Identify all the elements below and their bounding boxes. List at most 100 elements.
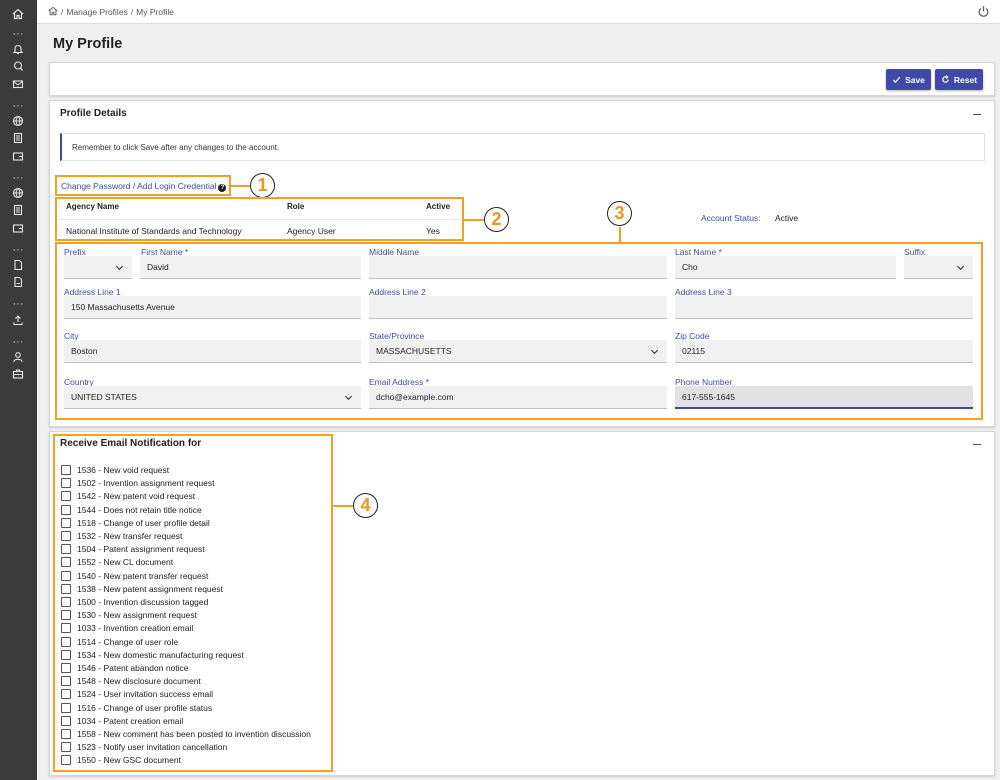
notification-checkbox-row[interactable]: 1532 - New transfer request: [61, 530, 182, 542]
notification-checkbox-row[interactable]: 1544 - Does not retain title notice: [61, 504, 202, 516]
email-input[interactable]: dcho@example.com: [369, 386, 667, 409]
role-cell: Agency User: [287, 226, 336, 236]
checkbox[interactable]: [61, 676, 71, 687]
callout-badge-4: 4: [353, 493, 378, 518]
checkbox-label: 1504 - Patent assignment request: [77, 544, 205, 555]
state-select[interactable]: MASSACHUSETTS: [369, 340, 667, 363]
notification-checkbox-row[interactable]: 1558 - New comment has been posted to in…: [61, 728, 311, 740]
wallet-icon[interactable]: [11, 149, 25, 163]
zip-code-input[interactable]: 02115: [675, 340, 973, 363]
callout-leader: [333, 505, 353, 507]
chevron-down-icon: [650, 349, 659, 355]
notification-checkbox-row[interactable]: 1538 - New patent assignment request: [61, 583, 223, 595]
suffix-select[interactable]: [904, 256, 973, 279]
checkbox[interactable]: [61, 583, 71, 594]
bell-icon[interactable]: [11, 42, 25, 56]
rail-divider-dots: ···: [12, 244, 24, 256]
notification-checkbox-row[interactable]: 1514 - Change of user role: [61, 636, 178, 648]
notification-checkbox-row[interactable]: 1033 - Invention creation email: [61, 622, 193, 634]
country-select[interactable]: UNITED STATES: [64, 386, 361, 409]
first-name-input[interactable]: David: [140, 256, 361, 279]
checkbox[interactable]: [61, 570, 71, 581]
user-icon[interactable]: [11, 350, 25, 364]
prefix-select[interactable]: [64, 256, 132, 279]
notification-checkbox-row[interactable]: 1546 - Patent abandon notice: [61, 662, 189, 674]
checkbox[interactable]: [61, 557, 71, 568]
checkbox[interactable]: [61, 715, 71, 726]
notification-checkbox-row[interactable]: 1502 - Invention assignment request: [61, 477, 215, 489]
checkbox[interactable]: [61, 729, 71, 739]
help-icon[interactable]: ?: [218, 184, 227, 192]
mail-icon[interactable]: [11, 77, 25, 91]
checkbox[interactable]: [61, 531, 71, 541]
notification-checkbox-row[interactable]: 1534 - New domestic manufacturing reques…: [61, 649, 244, 661]
checkbox[interactable]: [61, 649, 71, 660]
checkbox[interactable]: [61, 597, 71, 607]
wallet-icon[interactable]: [11, 221, 25, 235]
notice-text: Remember to click Save after any changes…: [72, 143, 280, 152]
breadcrumb-manage-profiles[interactable]: Manage Profiles: [66, 7, 127, 17]
notification-checkbox-row[interactable]: 1516 - Change of user profile status: [61, 702, 212, 714]
change-password-link[interactable]: Change Password / Add Login Credential?: [61, 181, 227, 192]
checkbox[interactable]: [61, 491, 71, 502]
checkbox[interactable]: [61, 544, 71, 555]
reset-button-label: Reset: [953, 74, 978, 85]
phone-input[interactable]: 617-555-1645: [675, 386, 973, 409]
notification-checkbox-row[interactable]: 1530 - New assignment request: [61, 609, 197, 621]
rail-divider-dots: ···: [12, 28, 24, 40]
state-value: MASSACHUSETTS: [376, 346, 452, 356]
checkbox[interactable]: [61, 689, 71, 700]
notification-checkbox-row[interactable]: 1034 - Patent creation email: [61, 715, 183, 727]
checkbox[interactable]: [61, 755, 71, 766]
home-icon[interactable]: [48, 6, 58, 18]
notification-checkbox-row[interactable]: 1542 - New patent void request: [61, 490, 195, 502]
checkbox[interactable]: [61, 636, 71, 647]
checkbox[interactable]: [61, 610, 71, 621]
notification-checkbox-row[interactable]: 1536 - New void request: [61, 464, 169, 476]
last-name-input[interactable]: Cho: [675, 256, 896, 279]
notification-checkbox-row[interactable]: 1548 - New disclosure document: [61, 675, 201, 687]
checkbox-label: 1516 - Change of user profile status: [77, 702, 213, 713]
notification-checkbox-row[interactable]: 1552 - New CL document: [61, 556, 173, 568]
change-password-link-text: Change Password / Add Login Credential: [61, 181, 217, 191]
document-list-icon[interactable]: [11, 203, 25, 217]
notification-checkbox-row[interactable]: 1524 - User invitation success email: [61, 688, 213, 700]
page-title: My Profile: [53, 36, 123, 52]
power-icon[interactable]: [977, 5, 990, 18]
document-list-icon[interactable]: [11, 131, 25, 145]
collapse-icon[interactable]: [973, 114, 981, 115]
notification-checkbox-row[interactable]: 1540 - New patent transfer request: [61, 570, 208, 582]
reset-button[interactable]: Reset: [935, 69, 983, 90]
notification-checkbox-row[interactable]: 1504 - Patent assignment request: [61, 543, 205, 555]
checkbox[interactable]: [61, 478, 71, 489]
checkbox[interactable]: [61, 465, 71, 475]
search-bell-icon[interactable]: [11, 59, 25, 73]
checkbox[interactable]: [61, 623, 71, 634]
address-line-2-input[interactable]: [369, 296, 667, 319]
address-line-1-input[interactable]: 150 Massachusetts Avenue: [64, 296, 361, 319]
middle-name-input[interactable]: [369, 256, 667, 279]
left-nav-rail: ··· ··· ··· ··· ··· ···: [0, 0, 37, 780]
notification-checkbox-row[interactable]: 1550 - New GSC document: [61, 754, 181, 766]
home-icon[interactable]: [11, 7, 25, 21]
checkbox[interactable]: [61, 517, 71, 528]
city-input[interactable]: Boston: [64, 340, 361, 363]
collapse-icon[interactable]: [973, 444, 981, 445]
globe-icon[interactable]: [11, 114, 25, 128]
checkbox[interactable]: [61, 504, 71, 515]
save-button[interactable]: Save: [886, 69, 931, 90]
file-icon[interactable]: [11, 258, 25, 272]
globe-icon[interactable]: [11, 186, 25, 200]
notification-checkbox-row[interactable]: 1500 - Invention discussion tagged: [61, 596, 208, 608]
checkbox[interactable]: [61, 742, 71, 753]
pdf-file-icon[interactable]: [11, 275, 25, 289]
chevron-down-icon: [344, 395, 353, 401]
callout-leader: [464, 219, 484, 221]
checkbox[interactable]: [61, 702, 71, 713]
briefcase-icon[interactable]: [11, 367, 25, 381]
upload-icon[interactable]: [11, 313, 25, 327]
notification-checkbox-row[interactable]: 1518 - Change of user profile detail: [61, 517, 210, 529]
notification-checkbox-row[interactable]: 1523 - Notify user invitation cancellati…: [61, 741, 227, 753]
address-line-3-input[interactable]: [675, 296, 973, 319]
checkbox[interactable]: [61, 663, 71, 673]
